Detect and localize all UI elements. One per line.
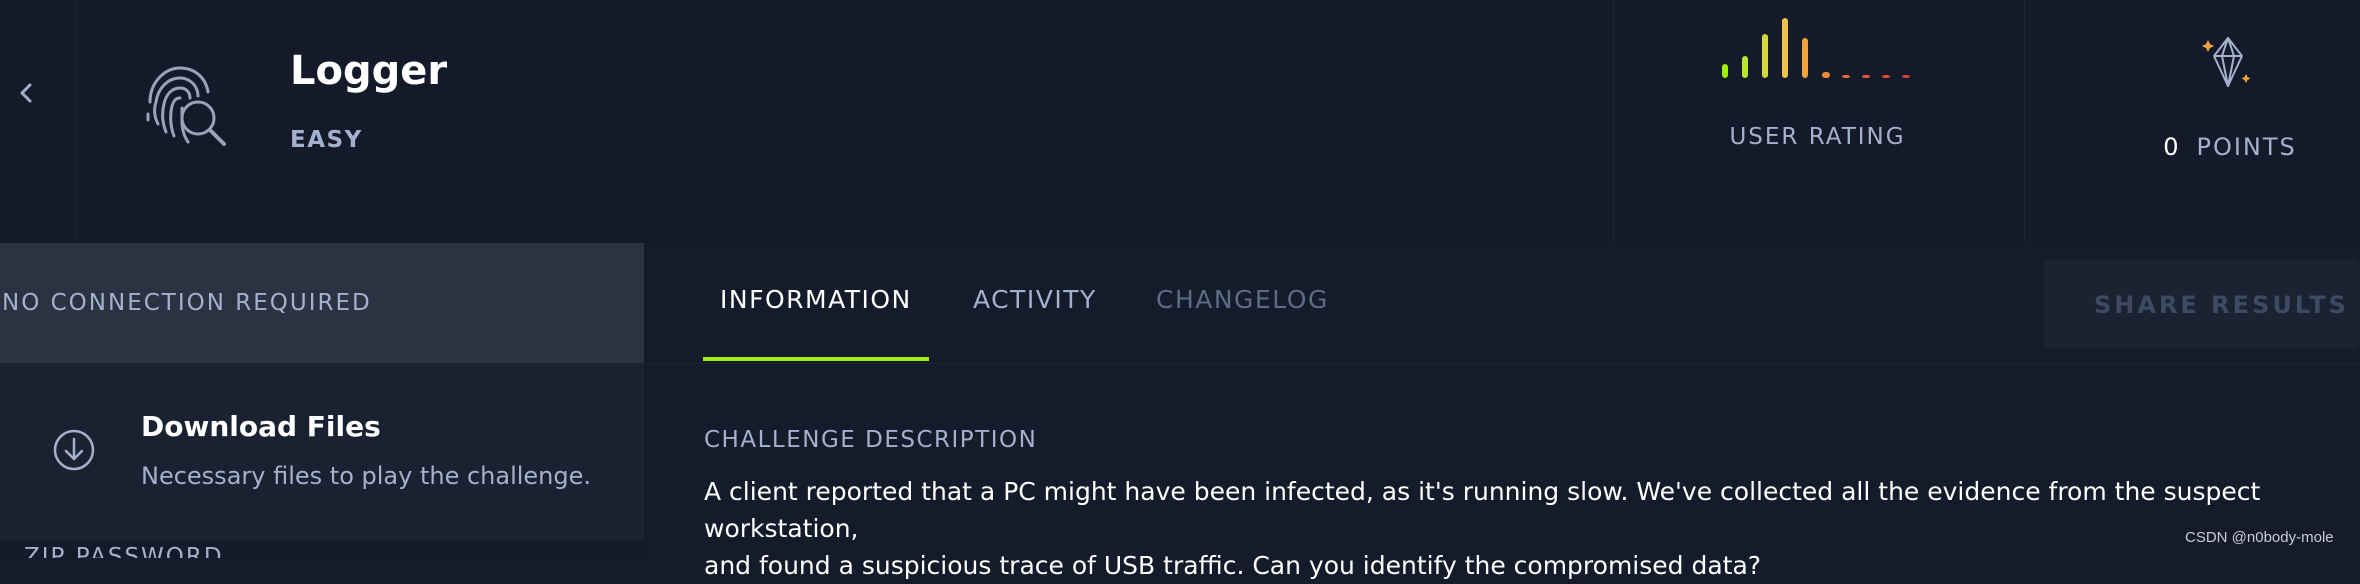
points-label: POINTS	[2196, 133, 2297, 161]
description-line: A client reported that a PC might have b…	[704, 477, 2261, 543]
rating-bar	[1902, 75, 1910, 78]
challenge-description-heading: CHALLENGE DESCRIPTION	[704, 427, 1038, 453]
challenge-description: A client reported that a PC might have b…	[704, 473, 2354, 584]
watermark: CSDN @n0body-mole	[2185, 529, 2334, 546]
main-divider	[645, 243, 646, 558]
header-divider	[2024, 0, 2025, 243]
download-files-subtitle: Necessary files to play the challenge.	[141, 462, 592, 490]
rating-bar	[1862, 75, 1870, 78]
tab-activity[interactable]: ACTIVITY	[973, 285, 1097, 314]
points-value: 0	[2163, 133, 2181, 161]
zip-password-row: ZIP PASSWORD	[0, 540, 644, 558]
fingerprint-search-icon	[146, 66, 226, 146]
share-results-label: SHARE RESULTS	[2094, 291, 2349, 319]
challenge-title: Logger	[290, 48, 448, 94]
tab-changelog[interactable]: CHANGELOG	[1156, 285, 1329, 314]
tab-information[interactable]: INFORMATION	[720, 285, 912, 314]
points-display: 0 POINTS	[2150, 133, 2310, 161]
tabs-separator	[646, 363, 2360, 364]
download-files-link[interactable]: Download Files	[141, 410, 381, 443]
rating-bar	[1782, 18, 1788, 78]
connection-status: NO CONNECTION REQUIRED	[0, 243, 644, 363]
rating-bar	[1882, 75, 1890, 78]
zip-password-label: ZIP PASSWORD	[24, 544, 224, 558]
connection-status-label: NO CONNECTION REQUIRED	[2, 290, 372, 316]
header-divider	[1613, 0, 1614, 243]
challenge-header	[0, 0, 2360, 243]
rating-bar	[1802, 38, 1808, 78]
rating-bar	[1722, 64, 1728, 78]
download-icon[interactable]	[52, 428, 96, 472]
description-line: and found a suspicious trace of USB traf…	[704, 551, 1762, 580]
header-divider	[76, 0, 77, 243]
rating-bar	[1842, 75, 1850, 78]
chevron-left-icon[interactable]	[12, 78, 42, 108]
diamond-gem-icon	[2202, 37, 2251, 87]
active-tab-indicator	[703, 357, 929, 361]
rating-bar	[1742, 56, 1748, 78]
difficulty-badge: EASY	[290, 127, 363, 153]
share-results-button[interactable]: SHARE RESULTS	[2044, 260, 2360, 348]
user-rating-label: USER RATING	[1729, 124, 1906, 150]
rating-histogram	[1722, 18, 1910, 78]
rating-bar	[1822, 72, 1830, 78]
rating-bar	[1762, 34, 1768, 78]
